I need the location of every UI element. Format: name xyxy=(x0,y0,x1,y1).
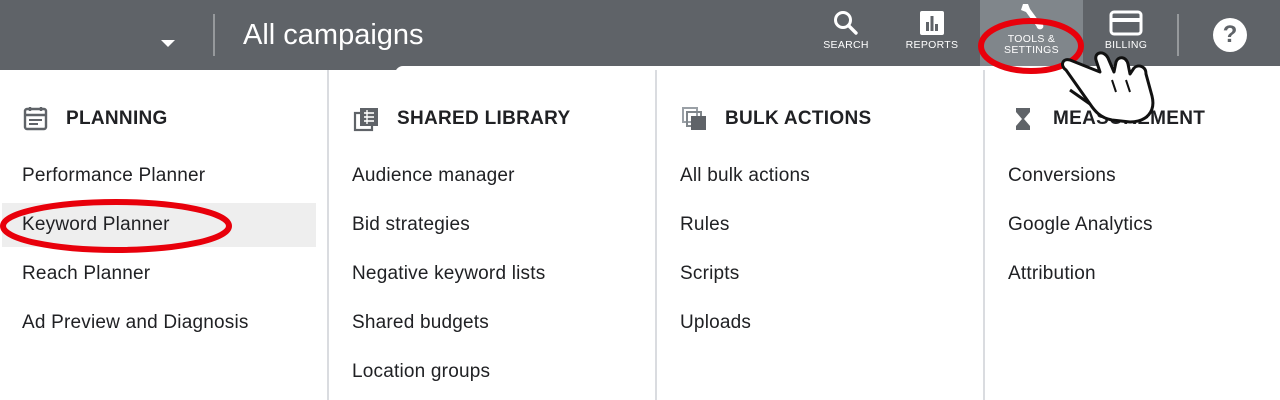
bar-chart-icon xyxy=(920,11,944,35)
tools-and-settings-label: TOOLS & SETTINGS xyxy=(1004,33,1059,56)
hourglass-icon xyxy=(1016,108,1030,130)
reports-button[interactable]: REPORTS xyxy=(897,0,967,70)
shared-library-column: SHARED LIBRARY Audience manager Bid stra… xyxy=(327,70,656,400)
account-dropdown-caret-icon[interactable] xyxy=(161,40,175,47)
menu-item-scripts[interactable]: Scripts xyxy=(657,252,973,296)
measurement-heading: MEASUREMENT xyxy=(1009,106,1205,132)
menu-item-rules[interactable]: Rules xyxy=(657,203,973,247)
help-icon: ? xyxy=(1222,21,1238,48)
measurement-heading-label: MEASUREMENT xyxy=(1053,108,1206,129)
top-bar: All campaigns SEARCH REPORTS TOOLS & SET… xyxy=(0,0,1280,70)
billing-button[interactable]: BILLING xyxy=(1093,0,1159,70)
menu-item-uploads[interactable]: Uploads xyxy=(657,301,973,345)
search-button[interactable]: SEARCH xyxy=(812,0,880,70)
menu-item-performance-planner[interactable]: Performance Planner xyxy=(0,154,316,198)
planning-heading-label: PLANNING xyxy=(66,108,168,129)
menu-item-negative-keyword-lists[interactable]: Negative keyword lists xyxy=(329,252,645,296)
library-icon xyxy=(353,108,378,132)
menu-item-audience-manager[interactable]: Audience manager xyxy=(329,154,645,198)
menu-item-shared-budgets[interactable]: Shared budgets xyxy=(329,301,645,345)
billing-label: BILLING xyxy=(1104,39,1148,51)
divider xyxy=(213,14,215,56)
bulk-actions-icon xyxy=(682,107,706,130)
menu-item-keyword-planner[interactable]: Keyword Planner xyxy=(2,203,316,247)
wrench-icon xyxy=(1020,4,1043,30)
help-button[interactable]: ? xyxy=(1213,18,1247,52)
menu-item-bid-strategies[interactable]: Bid strategies xyxy=(329,203,645,247)
reports-label: REPORTS xyxy=(905,39,959,51)
menu-item-ad-preview-and-diagnosis[interactable]: Ad Preview and Diagnosis xyxy=(0,301,316,345)
shared-library-heading: SHARED LIBRARY xyxy=(353,106,570,132)
search-icon xyxy=(834,11,858,35)
menu-item-reach-planner[interactable]: Reach Planner xyxy=(0,252,316,296)
page-title: All campaigns xyxy=(243,19,424,51)
menu-item-location-groups[interactable]: Location groups xyxy=(329,350,645,394)
measurement-column: MEASUREMENT Conversions Google Analytics… xyxy=(983,70,1280,400)
bulk-actions-column: BULK ACTIONS All bulk actions Rules Scri… xyxy=(655,70,984,400)
divider xyxy=(1177,14,1179,56)
menu-item-google-analytics[interactable]: Google Analytics xyxy=(985,203,1280,247)
credit-card-icon xyxy=(1109,10,1143,36)
search-label: SEARCH xyxy=(823,39,869,51)
calendar-icon xyxy=(23,107,48,131)
planning-heading: PLANNING xyxy=(22,106,168,132)
bulk-actions-heading: BULK ACTIONS xyxy=(681,106,871,132)
bulk-actions-heading-label: BULK ACTIONS xyxy=(725,108,872,129)
menu-item-all-bulk-actions[interactable]: All bulk actions xyxy=(657,154,973,198)
menu-item-conversions[interactable]: Conversions xyxy=(985,154,1280,198)
menu-item-attribution[interactable]: Attribution xyxy=(985,252,1280,296)
shared-library-heading-label: SHARED LIBRARY xyxy=(397,108,571,129)
planning-column: PLANNING Performance Planner Keyword Pla… xyxy=(0,70,327,400)
tools-and-settings-button[interactable]: TOOLS & SETTINGS xyxy=(980,0,1083,70)
